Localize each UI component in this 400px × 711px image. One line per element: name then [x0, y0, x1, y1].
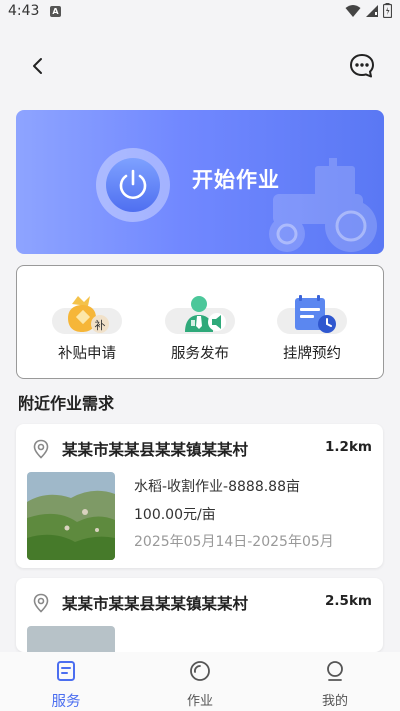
- tab-mine[interactable]: 我的: [300, 660, 370, 709]
- service-publish-button[interactable]: 服务发布: [150, 294, 250, 363]
- location-pin-icon: [33, 593, 49, 613]
- job-location: 某某市某某县某某镇某某村: [62, 441, 249, 459]
- subsidy-application-button[interactable]: 补 补贴申请: [37, 294, 137, 363]
- power-button[interactable]: [96, 148, 170, 222]
- work-circle-icon: [190, 661, 210, 681]
- tab-work[interactable]: 作业: [165, 660, 235, 709]
- battery-icon: [383, 3, 392, 18]
- job-distance: 1.2km: [325, 439, 372, 455]
- job-distance: 2.5km: [325, 593, 372, 609]
- job-card[interactable]: 某某市某某县某某镇某某村 2.5km: [16, 578, 383, 652]
- chevron-left-icon: [33, 58, 42, 74]
- tab-work-label: 作业: [186, 694, 213, 709]
- status-icons: [345, 3, 392, 18]
- subsidy-badge: 补: [94, 319, 106, 332]
- tab-service[interactable]: 服务: [31, 660, 101, 711]
- status-bar: 4:43 A: [0, 0, 400, 24]
- listing-booking-button[interactable]: 挂牌预约: [262, 294, 362, 363]
- job-task: 水稻-收割作业-8888.88亩: [134, 479, 300, 495]
- status-time: 4:43: [8, 3, 40, 19]
- job-thumbnail-image: [27, 626, 115, 652]
- services-panel: 补 补贴申请 服务发布 挂牌预约: [16, 265, 384, 379]
- tab-service-label: 服务: [51, 694, 81, 710]
- message-button[interactable]: [348, 52, 376, 80]
- subsidy-application-label: 补贴申请: [58, 346, 116, 362]
- document-icon: [57, 661, 75, 681]
- bottom-tab-bar: 服务 作业 我的: [0, 652, 400, 711]
- job-location: 某某市某某县某某镇某某村: [62, 595, 249, 613]
- power-button-core: [106, 158, 160, 212]
- service-publish-label: 服务发布: [171, 346, 229, 362]
- start-work-title: 开始作业: [192, 168, 280, 192]
- money-bag-icon: 补: [52, 294, 122, 334]
- chat-bubble-icon: [350, 54, 374, 78]
- location-pin-icon: [33, 439, 49, 459]
- job-price: 100.00元/亩: [134, 507, 216, 523]
- back-button[interactable]: [24, 52, 52, 80]
- job-thumbnail-image: [27, 472, 115, 560]
- notification-icon: A: [50, 6, 61, 17]
- listing-booking-label: 挂牌预约: [283, 346, 341, 362]
- wifi-icon: [345, 4, 361, 17]
- person-megaphone-icon: [165, 294, 235, 334]
- nearby-demand-heading: 附近作业需求: [18, 394, 115, 413]
- calendar-clock-icon: [277, 294, 347, 334]
- tab-mine-label: 我的: [321, 694, 348, 709]
- job-card[interactable]: 某某市某某县某某镇某某村 1.2km 水稻-收割作业-8888.88亩 100.…: [16, 424, 383, 568]
- job-date-range: 2025年05月14日-2025年05月: [134, 534, 334, 550]
- user-icon: [327, 661, 343, 681]
- signal-icon: [366, 4, 378, 17]
- power-icon: [119, 169, 147, 199]
- start-work-card[interactable]: 开始作业: [16, 110, 384, 254]
